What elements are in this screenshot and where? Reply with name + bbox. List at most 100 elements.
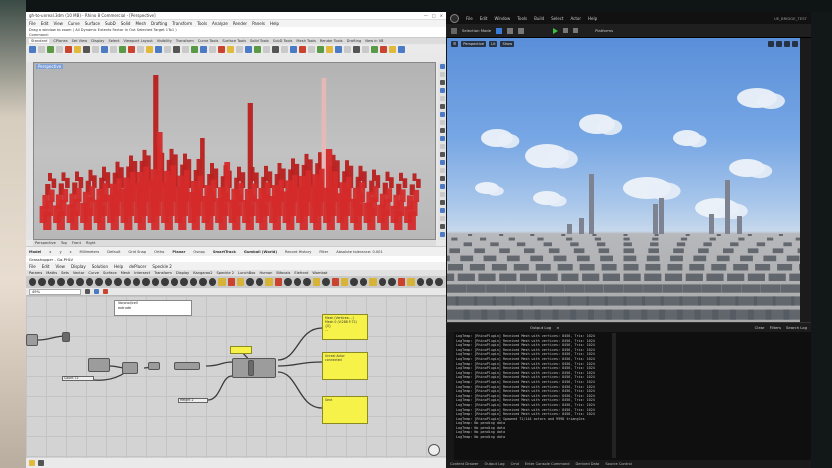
tool-icon[interactable] [439, 64, 445, 69]
menu-item[interactable]: Tools [197, 21, 207, 26]
toolbar-tab[interactable]: Surface Tools [222, 39, 246, 43]
component-tab[interactable]: Human [259, 271, 272, 275]
menu-item[interactable]: Actor [570, 16, 581, 21]
viewport-tab[interactable]: Top [61, 241, 67, 245]
component-icon[interactable] [312, 278, 321, 286]
menu-item[interactable]: File [466, 16, 473, 21]
toolbar-tab[interactable]: Standard [29, 39, 50, 43]
small-panel[interactable] [230, 346, 252, 354]
menu-item[interactable]: Edit [41, 21, 49, 26]
toolbar-tab[interactable]: Set View [72, 39, 88, 43]
viewport-tab[interactable]: Front [72, 241, 81, 245]
toolbar-tab[interactable]: Select [108, 39, 119, 43]
tool-icon[interactable] [439, 160, 445, 165]
tool-icon[interactable] [439, 176, 445, 181]
menu-item[interactable]: Analyze [212, 21, 228, 26]
component-icon[interactable] [397, 278, 406, 286]
perspective-viewport[interactable]: Perspective [33, 62, 436, 240]
menu-item[interactable]: Select [551, 16, 563, 21]
log-search[interactable]: Search Log [786, 325, 807, 330]
component-tab[interactable]: Speckle 2 [217, 271, 234, 275]
component-icon[interactable] [38, 278, 46, 286]
component-tab[interactable]: Vector [73, 271, 84, 275]
tool-icon[interactable] [439, 72, 445, 77]
output-panel-actor[interactable]: Unreal Actor connected [322, 352, 368, 380]
tool-icon[interactable] [92, 45, 99, 53]
navigation-compass-icon[interactable] [428, 444, 440, 456]
status-item[interactable]: Content Drawer [450, 462, 479, 466]
status-toggle[interactable]: z [70, 250, 72, 254]
tool-icon[interactable] [439, 104, 445, 109]
component-icon[interactable] [435, 278, 443, 286]
component-icon[interactable] [218, 278, 226, 286]
play-icon[interactable] [553, 27, 559, 34]
menu-item[interactable]: Speckle 2 [152, 264, 171, 269]
component-icon[interactable] [66, 278, 75, 286]
component-icon[interactable] [227, 278, 235, 286]
component-tab[interactable]: Params [29, 271, 42, 275]
component-icon[interactable] [199, 278, 207, 286]
tool-icon[interactable] [317, 45, 324, 53]
menu-item[interactable]: Panels [252, 21, 265, 26]
pause-icon[interactable] [563, 28, 569, 33]
component-icon[interactable] [170, 278, 179, 286]
component-icon[interactable] [359, 278, 368, 286]
toolbar-tab[interactable]: Visibility [157, 39, 172, 43]
output-panel-status[interactable]: Sent [322, 396, 368, 424]
toolbar-tab[interactable]: Curve Tools [198, 39, 219, 43]
tool-icon[interactable] [439, 232, 445, 237]
tool-icon[interactable] [299, 45, 306, 53]
component-icon[interactable] [340, 278, 349, 286]
bake-icon[interactable] [103, 289, 108, 294]
tool-icon[interactable] [439, 128, 445, 133]
tool-icon[interactable] [439, 224, 445, 229]
tool-icon[interactable] [439, 208, 445, 213]
component-icon[interactable] [388, 278, 396, 286]
component-icon[interactable] [180, 278, 188, 286]
status-toggle[interactable]: x [49, 250, 51, 254]
solver-icon[interactable] [38, 460, 44, 466]
tool-icon[interactable] [439, 96, 445, 101]
tool-icon[interactable] [56, 45, 63, 53]
menu-item[interactable]: Edit [42, 264, 50, 269]
tool-icon[interactable] [439, 88, 445, 93]
status-toggle[interactable]: Planar [172, 250, 185, 254]
component-icon[interactable] [331, 278, 339, 286]
toolbar-tab[interactable]: Render Tools [320, 39, 343, 43]
toolbar-tab[interactable]: Viewport Layout [124, 39, 153, 43]
component-tab[interactable]: Surface [103, 271, 117, 275]
status-toggle[interactable]: Gumball (World) [244, 250, 277, 254]
tool-icon[interactable] [101, 45, 108, 53]
component-icon[interactable] [255, 278, 264, 286]
component-icon[interactable] [151, 278, 160, 286]
status-toggle[interactable]: SmartTrack [213, 250, 236, 254]
viewport-tab[interactable]: Right [86, 241, 95, 245]
component-node[interactable] [248, 360, 254, 376]
tool-icon[interactable] [439, 152, 445, 157]
component-icon[interactable] [236, 278, 245, 286]
component-tab[interactable]: Curve [88, 271, 99, 275]
menu-item[interactable]: Solid [121, 21, 131, 26]
tool-icon[interactable] [439, 112, 445, 117]
close-icon[interactable]: × [556, 325, 559, 330]
tool-icon[interactable] [218, 45, 225, 53]
preview-icon[interactable] [94, 289, 99, 294]
status-item[interactable]: Cmd [511, 462, 519, 466]
tool-icon[interactable] [353, 45, 360, 53]
blueprint-icon[interactable] [507, 27, 514, 34]
menu-item[interactable]: Help [114, 264, 123, 269]
component-icon[interactable] [416, 278, 425, 286]
grasshopper-canvas[interactable]: Count 72 Height 2 Voronoi/cell extrude M… [26, 296, 446, 468]
status-item[interactable]: Output Log [485, 462, 505, 466]
menu-item[interactable]: Edit [480, 16, 488, 21]
component-icon[interactable] [57, 278, 65, 286]
status-toggle[interactable]: Default [107, 250, 120, 254]
toolbar-tab[interactable]: CPlanes [53, 39, 67, 43]
tool-icon[interactable] [439, 120, 445, 125]
menu-item[interactable]: Render [233, 21, 247, 26]
component-node[interactable] [232, 358, 276, 378]
tool-icon[interactable] [164, 45, 171, 53]
popup-item[interactable]: extrude [115, 306, 191, 311]
component-icon[interactable] [104, 278, 113, 286]
component-node[interactable] [88, 358, 110, 372]
